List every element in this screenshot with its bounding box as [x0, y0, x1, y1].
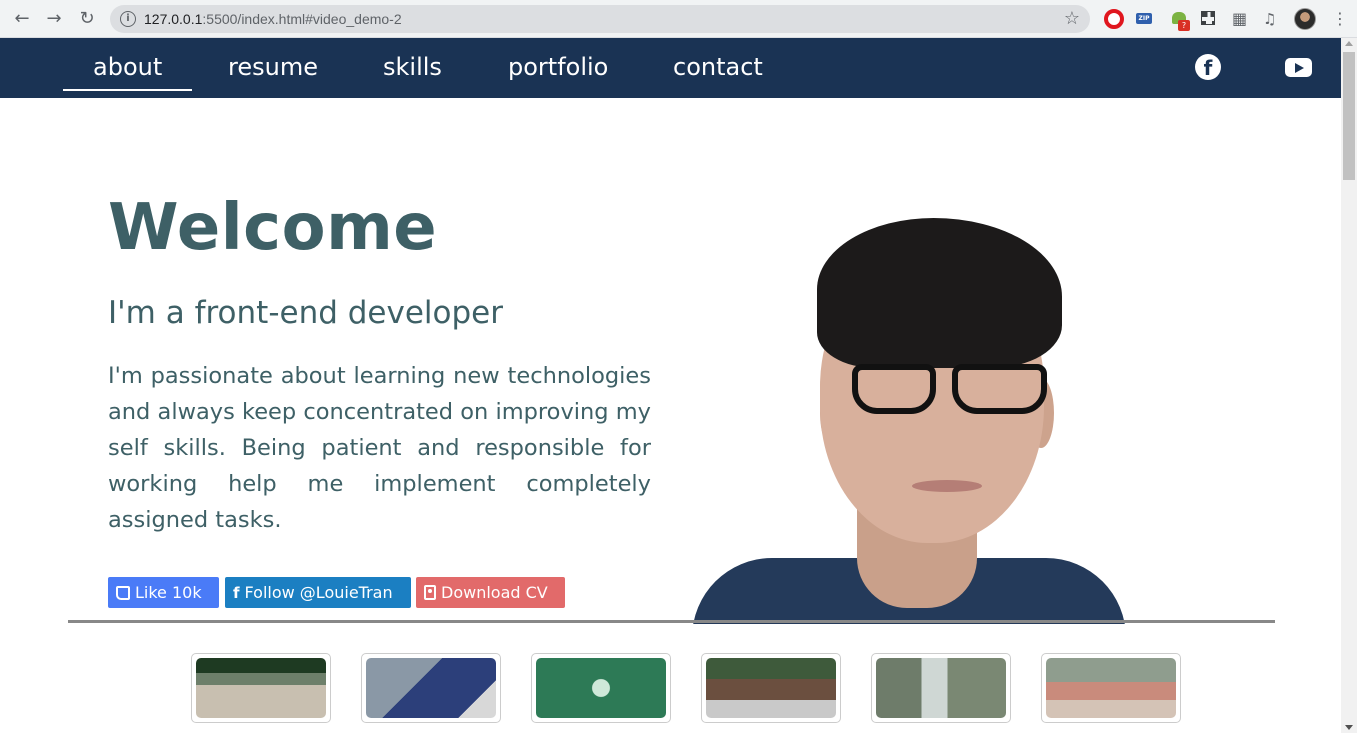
nav-link-portfolio[interactable]: portfolio — [508, 52, 608, 82]
video-thumbnail-2[interactable] — [361, 653, 501, 723]
qr-icon[interactable] — [1201, 11, 1215, 25]
android-badge: ? — [1178, 20, 1190, 31]
forward-arrow-icon[interactable]: → — [43, 9, 65, 31]
android-icon[interactable]: ? — [1170, 9, 1190, 31]
like-button[interactable]: Like 10k — [108, 577, 219, 608]
video-thumbnail-1[interactable] — [191, 653, 331, 723]
portrait-glasses-left — [852, 364, 936, 414]
video-thumbnail-image — [536, 658, 666, 718]
page-scrollbar[interactable] — [1341, 38, 1357, 733]
kebab-menu-icon[interactable]: ⋮ — [1332, 9, 1348, 29]
hero-title: Welcome — [108, 191, 438, 265]
video-thumbnail-6[interactable] — [1041, 653, 1181, 723]
facebook-icon[interactable]: f — [1195, 54, 1221, 80]
reload-icon[interactable]: ↻ — [76, 9, 98, 31]
contact-card-icon — [424, 585, 436, 600]
video-thumbnail-3[interactable] — [531, 653, 671, 723]
youtube-icon[interactable] — [1285, 58, 1312, 77]
portrait-glasses-right — [952, 364, 1047, 414]
nav-link-about[interactable]: about — [93, 52, 162, 82]
browser-toolbar: ← → ↻ i 127.0.0.1:5500/index.html#video_… — [0, 0, 1357, 38]
zip-icon[interactable]: ZIP — [1136, 13, 1152, 24]
nav-link-contact[interactable]: contact — [673, 52, 763, 82]
video-thumbnail-image — [876, 658, 1006, 718]
opera-adblock-icon[interactable] — [1104, 9, 1124, 29]
bookmark-star-icon[interactable]: ☆ — [1064, 8, 1080, 29]
video-thumbnail-image — [706, 658, 836, 718]
top-navigation: about resume skills portfolio contact f — [0, 38, 1341, 98]
follow-button[interactable]: f Follow @LouieTran — [225, 577, 411, 608]
facebook-f-icon: f — [233, 584, 240, 602]
site-info-icon[interactable]: i — [120, 11, 136, 27]
download-cv-label: Download CV — [441, 583, 548, 602]
nav-link-resume[interactable]: resume — [228, 52, 318, 82]
like-button-label: Like 10k — [135, 583, 202, 602]
url-text[interactable]: 127.0.0.1:5500/index.html#video_demo-2 — [144, 11, 402, 27]
active-nav-indicator — [63, 89, 192, 91]
hero-divider — [68, 620, 1275, 623]
back-arrow-icon[interactable]: ← — [11, 9, 33, 31]
nav-link-skills[interactable]: skills — [383, 52, 442, 82]
portrait-hair — [817, 218, 1062, 368]
video-thumbnail-image — [196, 658, 326, 718]
follow-button-label: Follow @LouieTran — [244, 583, 393, 602]
scroll-down-arrow-icon[interactable] — [1345, 725, 1353, 730]
avatar[interactable] — [1294, 8, 1316, 30]
profile-portrait — [692, 218, 1126, 624]
video-thumbnail-5[interactable] — [871, 653, 1011, 723]
download-cv-button[interactable]: Download CV — [416, 577, 565, 608]
address-bar[interactable]: i 127.0.0.1:5500/index.html#video_demo-2… — [110, 5, 1090, 33]
page-viewport: about resume skills portfolio contact f … — [0, 38, 1341, 733]
media-queue-icon[interactable]: ♫ — [1263, 9, 1283, 29]
thumbs-up-icon — [116, 586, 130, 600]
scrollbar-thumb[interactable] — [1343, 52, 1355, 180]
hero-bio: I'm passionate about learning new techno… — [108, 363, 651, 533]
portrait-mouth — [912, 480, 982, 492]
video-thumbnail-image — [366, 658, 496, 718]
scroll-up-arrow-icon[interactable] — [1345, 41, 1353, 46]
video-thumbnail-image — [1046, 658, 1176, 718]
puzzle-icon[interactable]: ▦ — [1232, 9, 1252, 29]
hero-subtitle: I'm a front-end developer — [108, 295, 503, 331]
video-thumbnail-4[interactable] — [701, 653, 841, 723]
url-host: 127.0.0.1 — [144, 11, 203, 27]
url-path: :5500/index.html#video_demo-2 — [202, 11, 402, 27]
